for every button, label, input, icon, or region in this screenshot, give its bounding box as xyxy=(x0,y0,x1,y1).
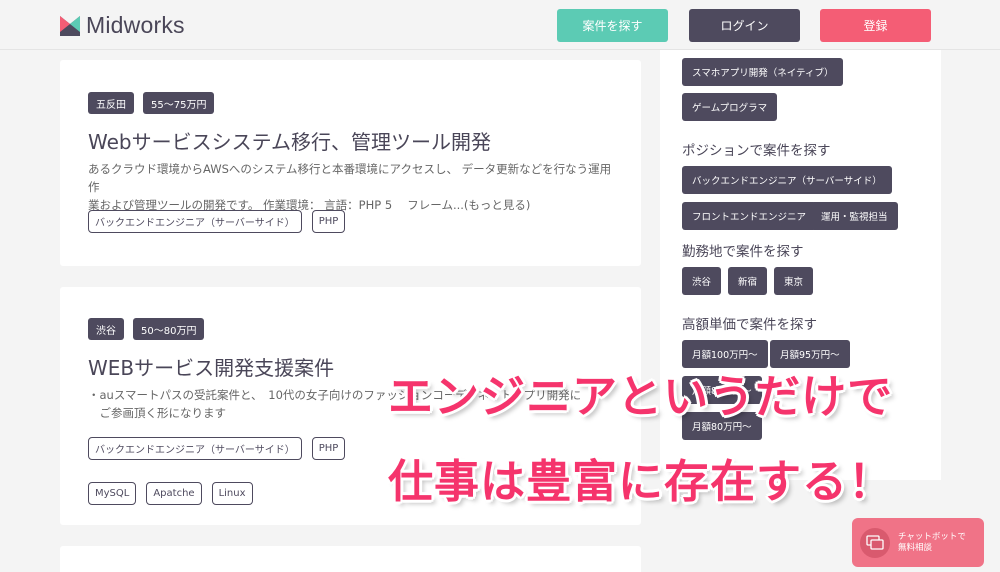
price-heading: 高額単価で案件を探す xyxy=(682,317,817,333)
job-tag[interactable]: バックエンドエンジニア（サーバーサイド） xyxy=(88,210,302,233)
job-title[interactable]: WEBサービス開発支援案件 xyxy=(88,352,334,381)
price-badge: 50〜80万円 xyxy=(133,318,205,340)
location-filter-chip[interactable]: 渋谷 xyxy=(682,267,722,295)
job-title[interactable]: Webサービスシステム移行、管理ツール開発 xyxy=(88,126,491,155)
search-jobs-button[interactable]: 案件を探す xyxy=(557,9,668,42)
skill-filter-chip[interactable]: ゲームプログラマ xyxy=(682,93,778,121)
chat-label: チャットボットで 無料相談 xyxy=(898,532,966,554)
signup-button[interactable]: 登録 xyxy=(820,9,931,42)
job-tag[interactable]: Apatche xyxy=(146,482,202,505)
job-meta: 渋谷 50〜80万円 xyxy=(88,318,205,340)
price-badge: 55〜75万円 xyxy=(143,92,215,114)
skill-filter-chip[interactable]: スマホアプリ開発（ネイティブ） xyxy=(682,58,844,86)
job-tag[interactable]: PHP xyxy=(311,210,346,233)
location-filter-chip[interactable]: 新宿 xyxy=(728,267,768,295)
site-logo[interactable]: Midworks xyxy=(60,12,185,39)
job-meta: 五反田 55〜75万円 xyxy=(88,92,215,114)
location-filter-chip[interactable]: 東京 xyxy=(774,267,814,295)
job-tags: バックエンドエンジニア（サーバーサイド） PHP xyxy=(88,210,608,233)
position-filter-chip[interactable]: フロントエンドエンジニア xyxy=(682,202,817,230)
chat-bubble-icon xyxy=(860,527,890,558)
position-filter-chip[interactable]: バックエンドエンジニア（サーバーサイド） xyxy=(682,166,892,194)
chatbot-button[interactable]: チャットボットで 無料相談 xyxy=(852,518,984,567)
location-badge: 五反田 xyxy=(88,92,134,114)
logo-text: Midworks xyxy=(86,12,185,38)
chat-label-line: チャットボットで xyxy=(898,531,966,542)
job-tag[interactable]: MySQL xyxy=(88,482,137,505)
job-tag[interactable]: バックエンドエンジニア（サーバーサイド） xyxy=(88,437,302,460)
overlay-caption-line: エンジニアというだけで xyxy=(388,370,894,423)
job-tag[interactable]: PHP xyxy=(311,437,346,460)
job-tag[interactable]: Linux xyxy=(211,482,253,505)
job-description: あるクラウド環境からAWSへのシステム移行と本番環境にアクセスし、 データ更新な… xyxy=(88,160,613,214)
chat-label-line: 無料相談 xyxy=(898,542,933,553)
overlay-caption-line: 仕事は豊富に存在する！ xyxy=(388,455,895,508)
job-description-line: あるクラウド環境からAWSへのシステム移行と本番環境にアクセスし、 データ更新な… xyxy=(88,162,612,194)
job-card[interactable]: 五反田 55〜75万円 Webサービスシステム移行、管理ツール開発 あるクラウド… xyxy=(60,60,641,266)
position-heading: ポジションで案件を探す xyxy=(682,143,831,159)
location-badge: 渋谷 xyxy=(88,318,124,340)
location-heading: 勤務地で案件を探す xyxy=(682,244,804,260)
job-card[interactable] xyxy=(60,546,641,572)
site-header: Midworks 案件を探す ログイン 登録 xyxy=(0,0,1000,50)
logo-mark-icon xyxy=(60,15,80,36)
position-filter-chip[interactable]: 運用・監視担当 xyxy=(811,202,898,230)
login-button[interactable]: ログイン xyxy=(689,9,800,42)
